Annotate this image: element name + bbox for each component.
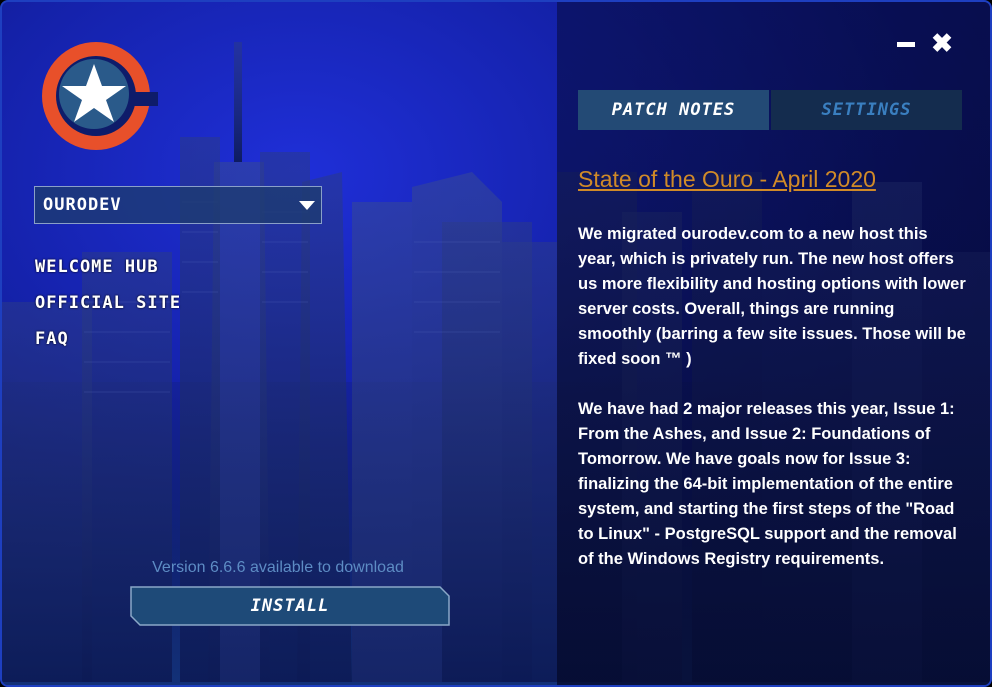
close-button[interactable]: ✖ xyxy=(930,30,954,56)
nav-link-faq[interactable]: FAQ xyxy=(35,329,69,349)
install-button[interactable]: INSTALL xyxy=(130,586,450,626)
launcher-window: ✖ OURODEV WELCOME HUB OFFICIAL SITE FAQ … xyxy=(0,0,992,687)
install-button-label: INSTALL xyxy=(250,596,330,616)
version-status-text: Version 6.6.6 available to download xyxy=(152,559,404,576)
minimize-button[interactable] xyxy=(896,34,916,54)
chevron-down-icon xyxy=(299,201,315,210)
minimize-icon xyxy=(897,42,915,47)
article-body: We migrated ourodev.com to a new host th… xyxy=(578,222,968,597)
close-icon: ✖ xyxy=(931,28,953,58)
article-paragraph: We migrated ourodev.com to a new host th… xyxy=(578,225,966,368)
tab-patch-notes[interactable]: PATCH NOTES xyxy=(578,90,769,130)
nav-link-official-site[interactable]: OFFICIAL SITE xyxy=(35,293,181,313)
tab-settings[interactable]: SETTINGS xyxy=(771,90,962,130)
nav-link-welcome-hub[interactable]: WELCOME HUB xyxy=(35,257,159,277)
article-title-link[interactable]: State of the Ouro - April 2020 xyxy=(578,166,876,193)
server-select-value: OURODEV xyxy=(43,195,122,215)
server-select[interactable]: OURODEV xyxy=(34,186,322,224)
article-paragraph: We have had 2 major releases this year, … xyxy=(578,400,957,568)
star-logo-icon xyxy=(42,42,158,150)
